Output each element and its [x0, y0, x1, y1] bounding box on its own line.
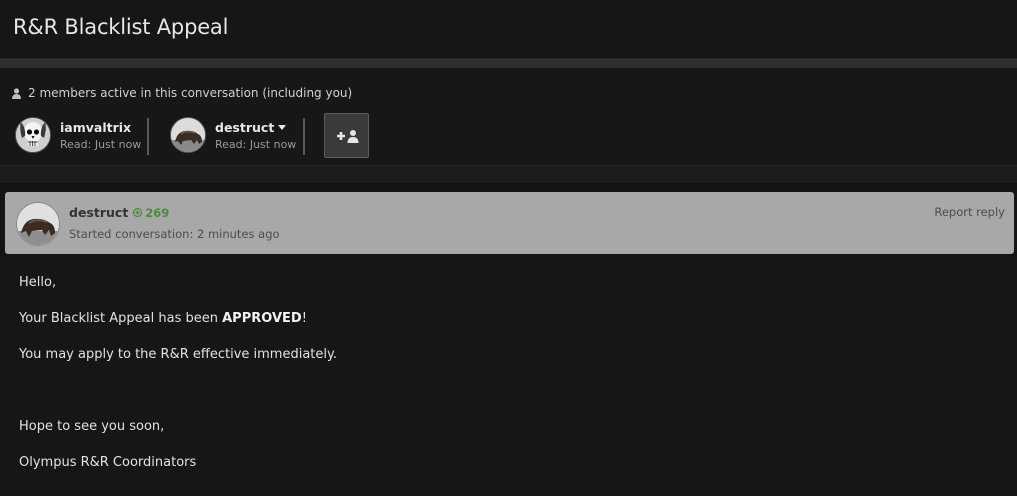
- greeting-line: Hello,: [19, 275, 57, 290]
- member-destruct[interactable]: destruct Read: Just now: [170, 116, 296, 154]
- header-divider: [0, 59, 1017, 68]
- active-members-text: 2 members active in this conversation (i…: [28, 86, 353, 100]
- author-name[interactable]: destruct: [69, 205, 128, 220]
- member-read-status: Read: Just now: [215, 137, 297, 151]
- message-meta: Started conversation: 2 minutes ago: [69, 227, 280, 241]
- message-body: Hello, Your Blacklist Appeal has been AP…: [0, 256, 1017, 496]
- skull-avatar[interactable]: [15, 117, 51, 153]
- approval-line: Your Blacklist Appeal has been APPROVED!: [19, 311, 307, 326]
- member-divider: [147, 118, 149, 155]
- member-read-status: Read: Just now: [60, 137, 142, 151]
- reputation: 269: [133, 206, 169, 220]
- section-divider: [0, 166, 1017, 183]
- report-reply-link[interactable]: Report reply: [934, 205, 1005, 219]
- reputation-count: 269: [145, 205, 170, 220]
- approval-prefix: Your Blacklist Appeal has been: [19, 311, 223, 326]
- approval-suffix: !: [301, 311, 307, 326]
- page-header: R&R Blacklist Appeal: [0, 0, 1017, 59]
- plus-circle-icon: [133, 208, 143, 217]
- member-name[interactable]: destruct: [215, 120, 296, 135]
- caret-down-icon[interactable]: [278, 124, 287, 130]
- active-members-line: 2 members active in this conversation (i…: [12, 86, 352, 100]
- member-divider: [303, 118, 305, 155]
- member-iamvaltrix[interactable]: iamvaltrix Read: Just now: [15, 116, 141, 154]
- bear-avatar[interactable]: [170, 117, 206, 153]
- signature-line: Olympus R&R Coordinators: [19, 455, 197, 470]
- add-user-icon: [336, 129, 358, 143]
- message-author: destruct 269: [69, 205, 169, 220]
- member-name-text[interactable]: destruct: [215, 120, 274, 135]
- user-icon: [12, 87, 21, 99]
- effective-line: You may apply to the R&R effective immed…: [19, 347, 337, 362]
- member-name[interactable]: iamvaltrix: [60, 120, 141, 135]
- closing-line: Hope to see you soon,: [19, 419, 165, 434]
- approved-word: APPROVED: [222, 311, 302, 326]
- message-header: destruct 269 Started conversation: 2 min…: [5, 192, 1014, 254]
- author-avatar[interactable]: [16, 202, 60, 246]
- participants-panel: 2 members active in this conversation (i…: [0, 68, 1017, 166]
- page-title: R&R Blacklist Appeal: [13, 15, 229, 39]
- add-participant-button[interactable]: [324, 113, 369, 158]
